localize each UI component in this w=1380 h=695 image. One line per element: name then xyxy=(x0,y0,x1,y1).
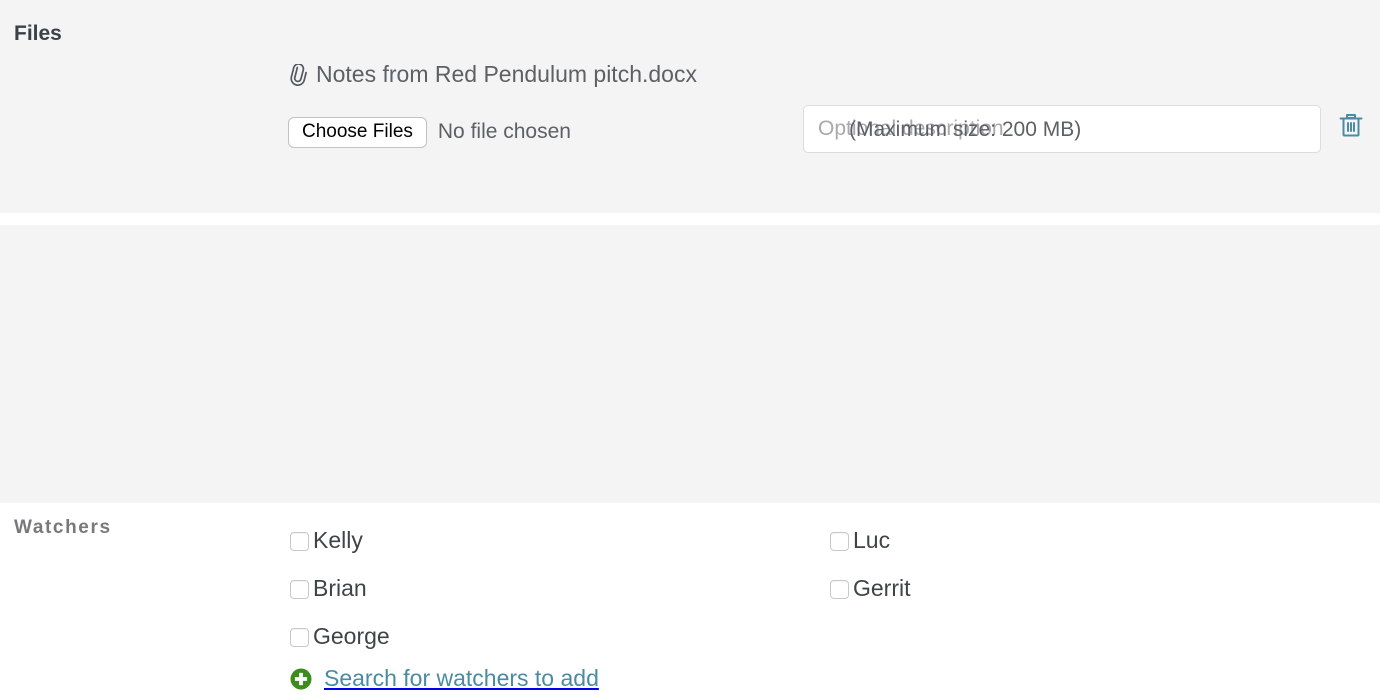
watcher-checkbox-kelly[interactable] xyxy=(290,531,309,551)
form-page: Files Notes from Red Pendulum pitch.docx xyxy=(0,0,1380,690)
watcher-item-gerrit[interactable]: Gerrit xyxy=(830,564,911,612)
watchers-section-label: Watchers xyxy=(14,517,112,538)
watcher-label: Brian xyxy=(313,574,367,601)
watcher-checkbox-luc[interactable] xyxy=(830,531,849,551)
file-chooser-row: Choose Files No file chosen xyxy=(288,117,571,148)
paperclip-icon xyxy=(288,63,308,86)
watcher-label: George xyxy=(313,622,390,649)
watcher-item-brian[interactable]: Brian xyxy=(290,564,390,612)
file-name: Notes from Red Pendulum pitch.docx xyxy=(316,60,697,87)
files-section-label: Files xyxy=(14,22,62,45)
no-file-chosen-text: No file chosen xyxy=(437,120,571,144)
plus-circle-icon xyxy=(290,668,312,690)
max-size-note: (Maximum size: 200 MB) xyxy=(849,118,1082,141)
watcher-checkbox-george[interactable] xyxy=(290,627,309,647)
watchers-right-column: Luc Gerrit xyxy=(830,516,911,612)
section-divider xyxy=(0,213,1380,225)
file-row: Notes from Red Pendulum pitch.docx xyxy=(0,52,1380,153)
watcher-checkbox-brian[interactable] xyxy=(290,579,309,599)
files-section: Files Notes from Red Pendulum pitch.docx xyxy=(0,0,1380,213)
choose-files-button[interactable]: Choose Files xyxy=(288,117,427,148)
watcher-checkbox-gerrit[interactable] xyxy=(830,579,849,599)
watcher-item-george[interactable]: George xyxy=(290,612,390,660)
watchers-section: Watchers Kelly Brian George Luc Gerrit S… xyxy=(0,225,1380,690)
delete-file-button[interactable] xyxy=(1336,109,1366,143)
watcher-label: Kelly xyxy=(313,526,363,553)
watcher-label: Gerrit xyxy=(853,574,911,601)
search-watchers-link[interactable]: Search for watchers to add xyxy=(290,667,599,690)
trash-icon xyxy=(1339,114,1363,137)
watcher-label: Luc xyxy=(853,526,891,553)
watcher-item-kelly[interactable]: Kelly xyxy=(290,516,390,564)
page-footer-space xyxy=(0,503,1380,512)
file-name-container: Notes from Red Pendulum pitch.docx xyxy=(288,52,785,96)
watchers-left-column: Kelly Brian George xyxy=(290,516,390,660)
search-watchers-label: Search for watchers to add xyxy=(324,665,599,691)
watcher-item-luc[interactable]: Luc xyxy=(830,516,911,564)
